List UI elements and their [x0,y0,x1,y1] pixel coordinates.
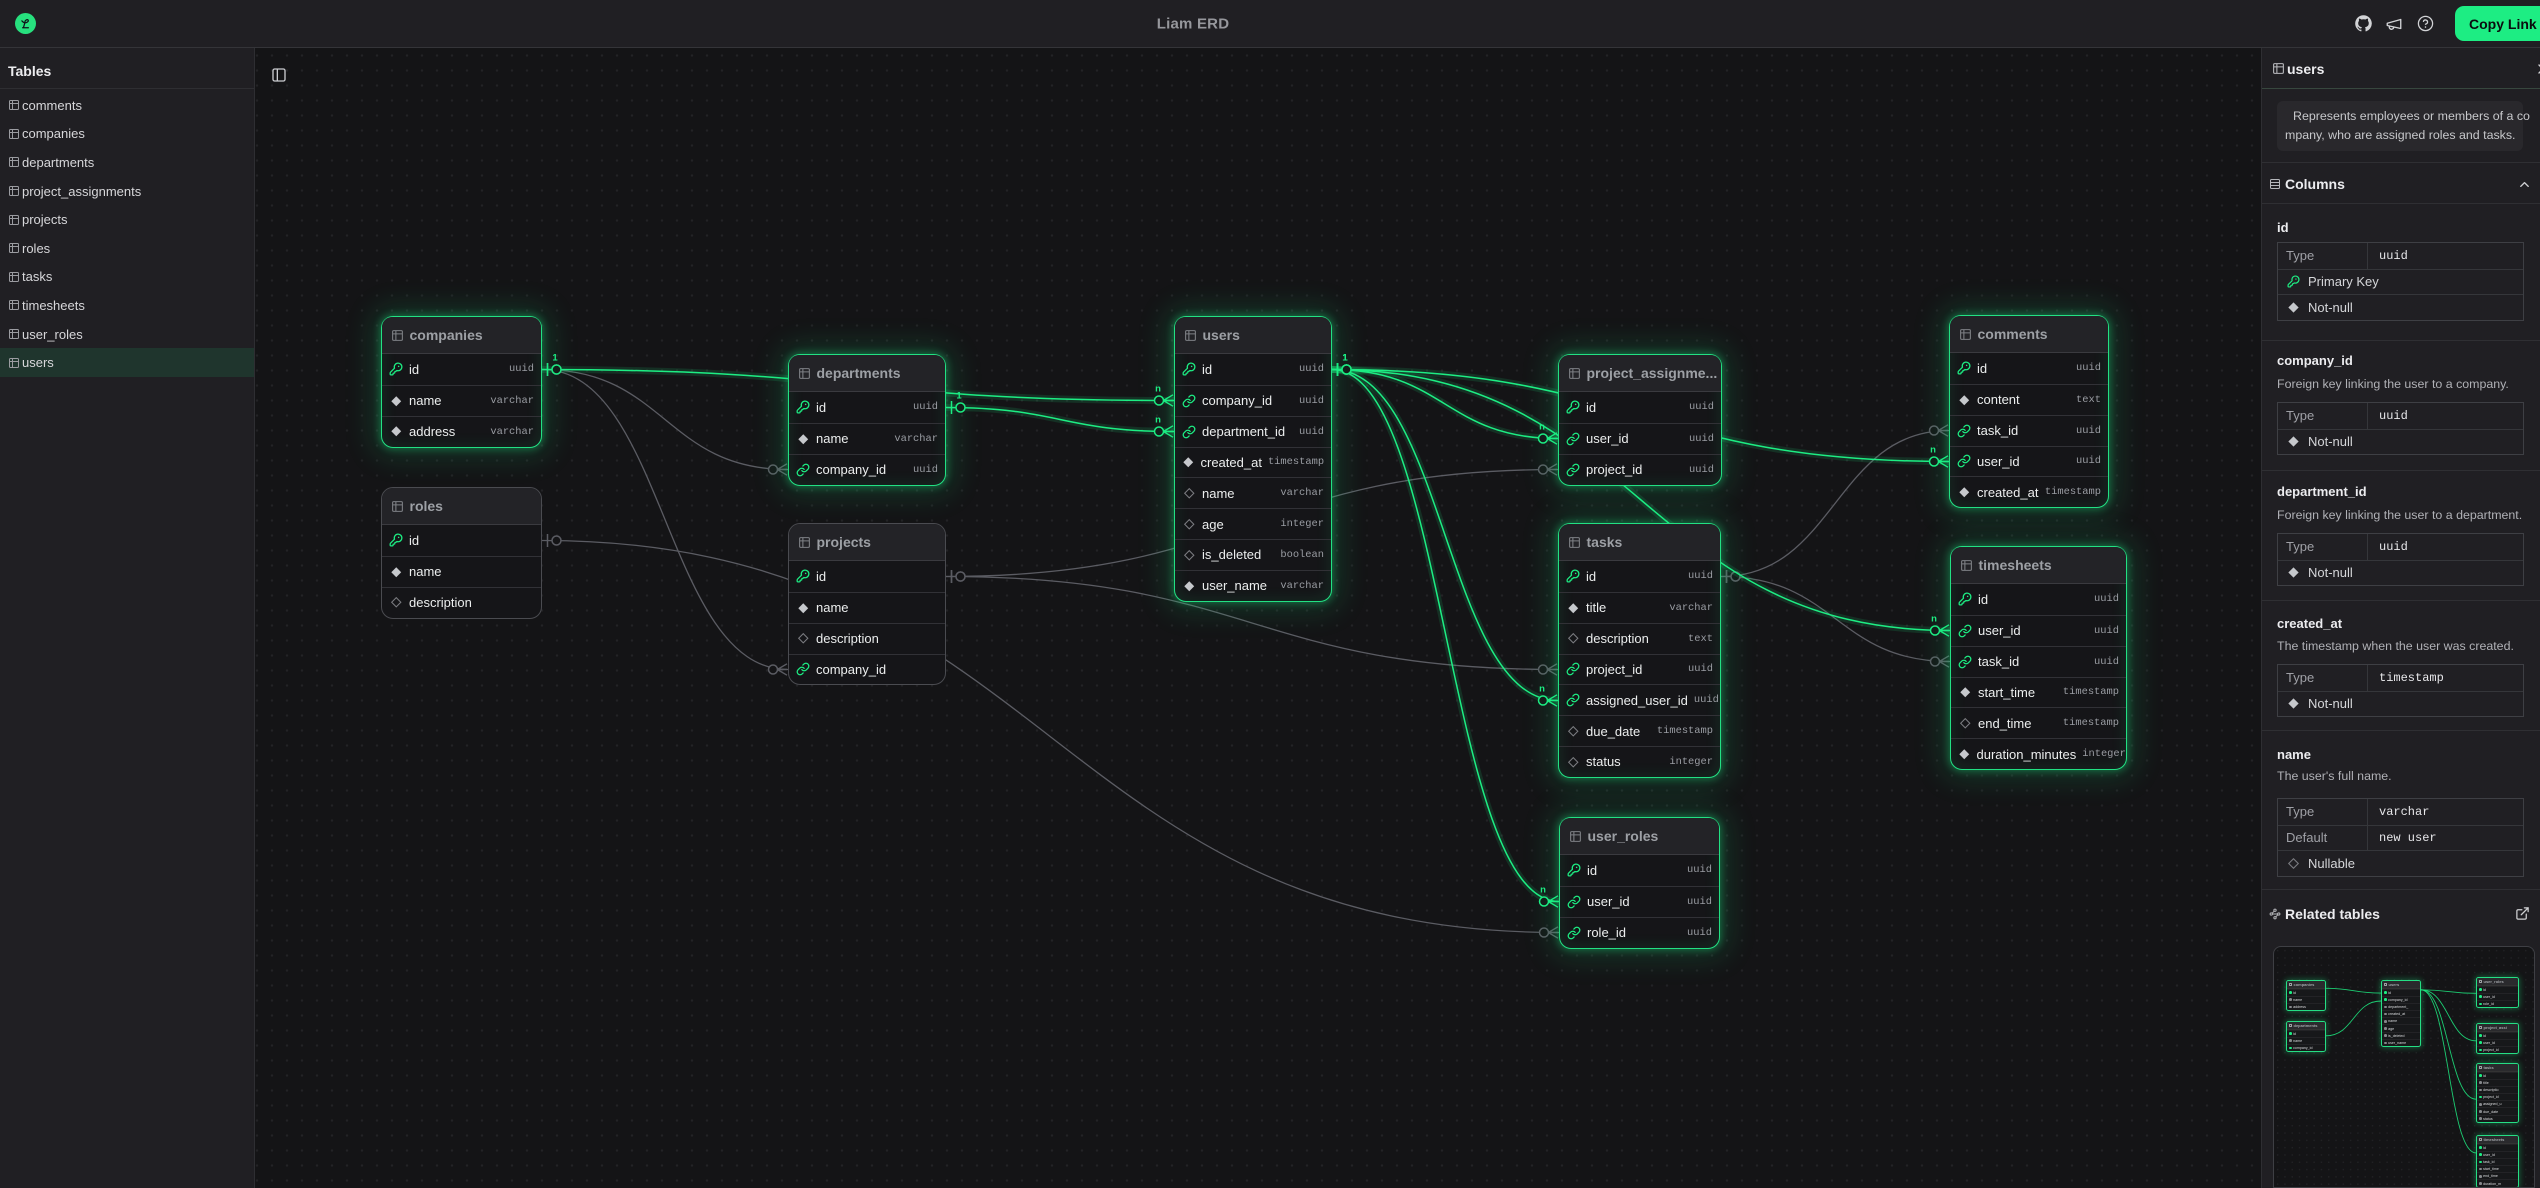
svg-text:n: n [1931,614,1937,625]
svg-text:1: 1 [956,391,962,402]
svg-text:n: n [1155,415,1161,426]
svg-text:n: n [1539,684,1545,695]
svg-text:1: 1 [1342,353,1348,364]
svg-text:n: n [1155,384,1161,395]
svg-text:1: 1 [552,353,558,364]
svg-text:n: n [1540,885,1546,896]
svg-text:n: n [1930,445,1936,456]
